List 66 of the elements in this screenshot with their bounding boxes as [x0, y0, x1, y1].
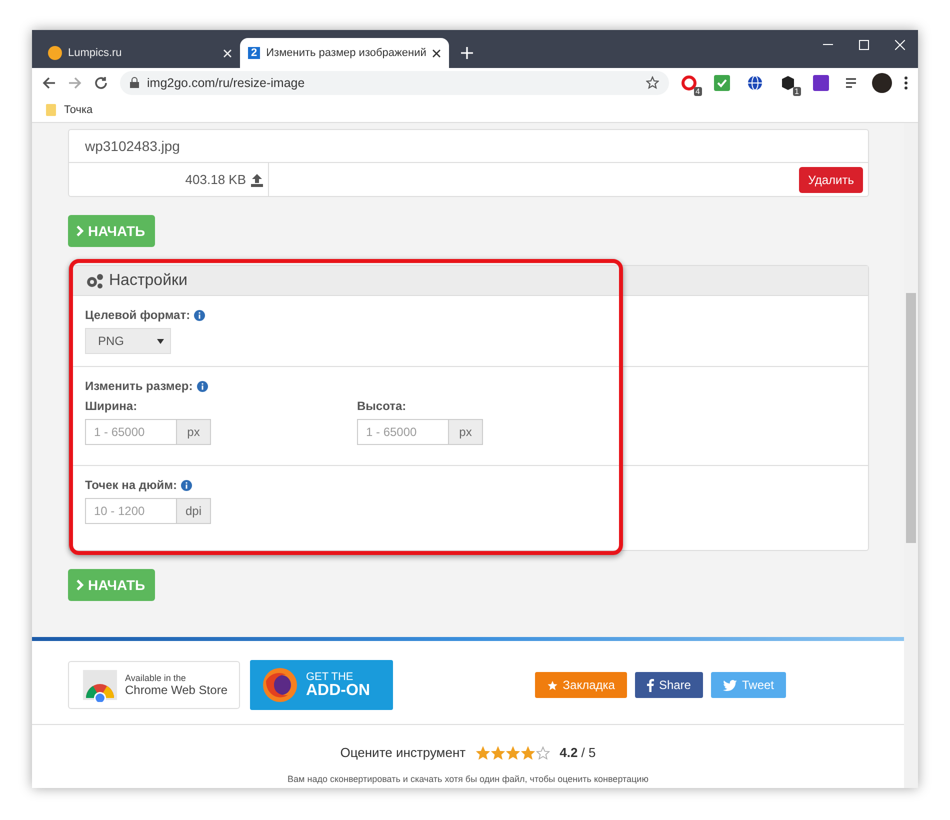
star-icon[interactable] [490, 746, 505, 760]
firefox-logo-icon [262, 667, 298, 703]
scrollbar[interactable] [904, 123, 918, 788]
star-icon[interactable] [646, 76, 659, 89]
star-icon[interactable] [536, 746, 550, 760]
back-icon[interactable] [42, 76, 56, 90]
reload-icon[interactable] [94, 76, 108, 90]
file-size: 403.18 KB [185, 172, 246, 187]
info-icon[interactable] [196, 380, 208, 392]
info-icon[interactable] [180, 480, 192, 490]
input-field[interactable]: 1 - 65000 [85, 419, 177, 445]
close-icon[interactable] [432, 48, 442, 58]
chrome-store-badge[interactable]: Available in the Chrome Web Store [68, 661, 240, 709]
maximize-icon[interactable] [859, 40, 869, 50]
field-label: Целевой формат: [85, 308, 190, 322]
menu-icon[interactable] [904, 76, 908, 90]
rating-score: 4.2 / 5 [560, 745, 596, 760]
badge-title: Chrome Web Store [125, 683, 228, 697]
caret-icon [157, 338, 164, 344]
chevron-icon [76, 579, 84, 591]
star-icon[interactable] [506, 746, 520, 760]
url-text: img2go.com/ru/resize-image [147, 76, 306, 90]
delete-button[interactable]: Удалить [799, 166, 863, 192]
browser-tab[interactable]: 2 Изменить размер изображений [240, 38, 450, 68]
tab-title: Lumpics.ru [68, 47, 123, 59]
field-label: Высота: [357, 399, 406, 413]
star-icon[interactable] [476, 746, 490, 760]
info-icon[interactable] [194, 310, 206, 320]
unit-label: px [449, 419, 483, 445]
badge-caption: Available in the [125, 673, 187, 683]
facebook-icon [646, 678, 654, 692]
star-icon[interactable] [520, 746, 535, 760]
chrome-logo-icon [83, 668, 117, 702]
addon-title: ADD-ON [306, 682, 370, 698]
bird-icon [722, 680, 737, 690]
rating-label: Оцените инструмент [340, 745, 466, 760]
count-badge: 4 [694, 86, 702, 96]
star-icon [546, 680, 558, 690]
lock-icon [130, 77, 139, 88]
count-badge: 1 [792, 86, 801, 96]
bookmark-link[interactable]: Точка [64, 104, 93, 116]
input-field[interactable]: 1 - 65000 [357, 419, 449, 445]
addon-caption: GET THE [306, 672, 354, 682]
format-select[interactable]: PNG [85, 328, 171, 354]
upload-icon [250, 172, 264, 186]
folder-icon [46, 104, 56, 116]
minimize-icon[interactable] [823, 44, 833, 46]
tab-title: Изменить размер изображений [266, 47, 426, 59]
field-label: Ширина: [85, 399, 138, 413]
new-tab-icon[interactable] [461, 47, 474, 59]
favicon-icon [48, 46, 62, 60]
unit-label: px [177, 419, 211, 445]
avatar-icon[interactable] [872, 72, 892, 92]
field-label: Изменить размер: [85, 379, 193, 393]
panel-title: Настройки [109, 272, 188, 290]
unit-label: dpi [177, 498, 211, 524]
browser-tab[interactable]: Lumpics.ru [40, 38, 240, 68]
rating-note: Вам надо сконвертировать и скачать хотя бы один файл, чтобы оценить конвертацию [286, 774, 650, 784]
share-button[interactable]: Share [634, 672, 703, 698]
file-name: wp3102483.jpg [85, 138, 180, 154]
gears-icon [85, 272, 105, 288]
field-label: Точек на дюйм: [85, 478, 177, 492]
chevron-icon [76, 225, 84, 237]
input-field[interactable]: 10 - 1200 [85, 498, 177, 524]
favicon-icon: 2 [248, 47, 260, 59]
address-bar[interactable]: img2go.com/ru/resize-image [120, 70, 669, 94]
